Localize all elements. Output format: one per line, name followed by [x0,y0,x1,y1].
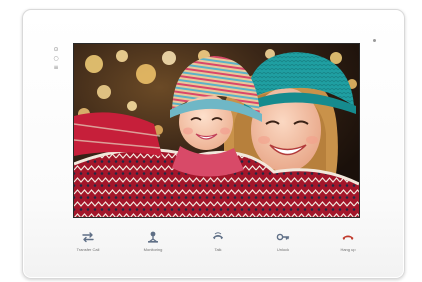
talk-button[interactable]: Talk [193,230,243,262]
product-image: ⊙ ○ ≡ Transfer Call Monitoring Talk Unlo… [0,0,422,282]
talk-icon [213,232,223,240]
control-button-row: Transfer Call Monitoring Talk Unlock Han… [63,230,373,262]
transfer-call-label: Transfer Call [76,247,100,252]
hang-up-icon [342,235,354,240]
hang-up-button[interactable]: Hang up [323,230,373,262]
unlock-icon [276,233,290,241]
power-indicator-icon: ⊙ [53,46,59,53]
hang-up-label: Hang up [340,247,356,252]
unlock-label: Unlock [276,247,290,252]
unlock-button[interactable]: Unlock [258,230,308,262]
monitoring-label: Monitoring [143,247,163,252]
transfer-call-button[interactable]: Transfer Call [63,230,113,262]
video-intercom-monitor: ⊙ ○ ≡ Transfer Call Monitoring Talk Unlo… [22,9,405,279]
message-indicator-icon: ≡ [53,64,59,71]
camera-lens-icon [373,39,376,42]
monitoring-icon [148,231,158,243]
transfer-call-icon [82,232,94,243]
status-indicator-column: ⊙ ○ ≡ [52,47,60,71]
display-screen [74,44,359,217]
screen-photo [74,44,359,217]
talk-label: Talk [214,247,222,252]
mute-indicator-icon: ○ [53,55,59,62]
monitoring-button[interactable]: Monitoring [128,230,178,262]
